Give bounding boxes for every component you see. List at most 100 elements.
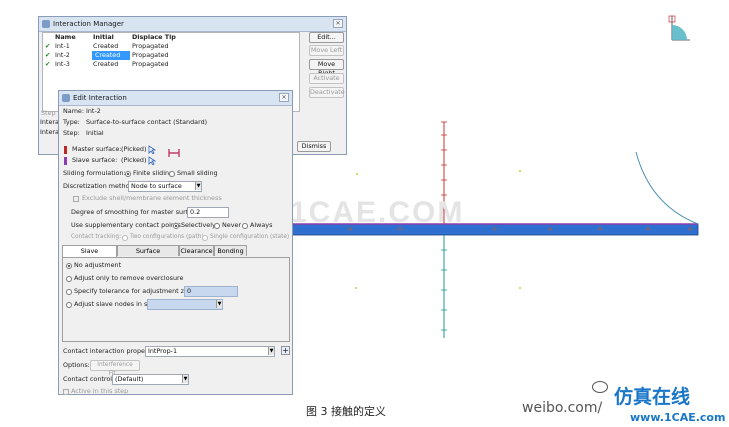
exclude-shell-label: Exclude shell/membrane element thickness (82, 194, 222, 202)
single-config-label[interactable]: Single configuration (state) (210, 233, 289, 242)
row-initial-selected: Created (92, 51, 130, 60)
name-label: Name: (63, 107, 85, 115)
row-name: Int-1 (55, 42, 70, 50)
contact-controls-label: Contact controls: (63, 375, 118, 383)
interaction-manager-title: Interaction Manager (53, 20, 124, 28)
interference-fit-button[interactable]: Interference Fit... (90, 360, 140, 377)
step-label: Step: (63, 129, 80, 137)
pick-cursor-icon[interactable] (148, 145, 156, 154)
active-in-step-checkbox[interactable] (63, 389, 69, 395)
row-tip: Propagated (132, 60, 169, 68)
contact-arc (635, 151, 699, 225)
tolerance-label[interactable]: Specify tolerance for adjustment zone: (74, 287, 198, 296)
slave-surface-label: Slave surface: (72, 156, 118, 164)
table-row[interactable]: ✔ Int-3 Created Propagated (43, 60, 299, 70)
adjust-slave-nodes-radio[interactable] (66, 302, 72, 308)
master-surface-value: (Picked) (121, 145, 147, 153)
slave-surface-icon (64, 157, 67, 165)
row-tip: Propagated (132, 51, 169, 59)
create-property-icon[interactable] (281, 346, 290, 355)
chevron-down-icon[interactable]: ▼ (216, 300, 222, 308)
row-name: Int-2 (55, 51, 70, 59)
no-adjustment-radio[interactable] (66, 263, 72, 269)
swap-surfaces-icon[interactable] (167, 148, 181, 158)
col-header-name[interactable]: Name (55, 33, 76, 42)
interaction-label-partial: Intera (40, 118, 59, 126)
contact-controls-select[interactable]: (Default) (112, 374, 189, 385)
sliding-formulation-label: Sliding formulation: (63, 169, 126, 177)
remove-overclosure-radio[interactable] (66, 276, 72, 282)
view-triad (668, 15, 690, 41)
two-config-radio[interactable] (122, 235, 128, 241)
options-label: Options: (63, 361, 90, 369)
slave-node-set-select[interactable] (147, 299, 223, 310)
exclude-shell-checkbox[interactable] (73, 196, 79, 202)
finite-sliding-radio[interactable] (125, 171, 131, 177)
adjust-slave-nodes-label[interactable]: Adjust slave nodes in set: (74, 300, 156, 309)
selectively-radio[interactable] (173, 223, 179, 229)
master-surface-label: Master surface: (72, 145, 122, 153)
col-header-initial[interactable]: Initial (93, 33, 114, 42)
always-radio[interactable] (242, 223, 248, 229)
edit-interaction-window: Edit Interaction ✕ Name: Int-2 Type: Sur… (58, 90, 293, 395)
tab-bar: Slave Adjustment Surface Smoothing Clear… (62, 245, 290, 265)
move-right-button[interactable]: Move Right (309, 59, 344, 77)
smoothing-label: Degree of smoothing for master surface: (71, 208, 202, 216)
tolerance-radio[interactable] (66, 289, 72, 295)
step-label-partial: Step (41, 109, 56, 117)
close-icon[interactable]: ✕ (333, 19, 343, 28)
active-in-step-label: Active in this step (71, 387, 129, 395)
pick-cursor-icon[interactable] (148, 156, 156, 165)
type-value: Surface-to-surface contact (Standard) (86, 118, 208, 126)
finite-sliding-label[interactable]: Finite sliding (133, 169, 173, 178)
master-surface-icon (64, 146, 67, 154)
contact-property-select[interactable]: IntProp-1 (145, 346, 275, 357)
window-icon (42, 20, 50, 28)
never-radio[interactable] (214, 223, 220, 229)
move-left-button[interactable]: Move Left (309, 45, 344, 56)
tab-clearance[interactable]: Clearance (179, 245, 214, 256)
type-label: Type: (63, 118, 80, 126)
tab-surface-smoothing[interactable]: Surface Smoothing (117, 245, 179, 265)
tab-bonding[interactable]: Bonding (214, 245, 247, 256)
small-sliding-label[interactable]: Small sliding (177, 169, 218, 178)
close-icon[interactable]: ✕ (279, 93, 289, 102)
tolerance-input[interactable]: 0 (184, 286, 238, 297)
slave-surface-value: (Picked) (121, 156, 147, 164)
row-initial: Created (93, 60, 119, 68)
col-header-displace-tip[interactable]: Displace Tip (132, 33, 176, 42)
deactivate-button[interactable]: Deactivate (309, 87, 345, 98)
contact-property-label: Contact interaction property: (63, 347, 156, 355)
edit-button[interactable]: Edit... (309, 32, 344, 43)
smoothing-input[interactable]: 0.2 (187, 207, 229, 218)
selectively-label[interactable]: Selectively (181, 221, 216, 230)
edit-interaction-titlebar: Edit Interaction ✕ (59, 91, 292, 106)
small-sliding-radio[interactable] (169, 171, 175, 177)
remove-overclosure-label[interactable]: Adjust only to remove overclosure (74, 274, 183, 283)
row-name: Int-3 (55, 60, 70, 68)
chevron-down-icon[interactable]: ▼ (195, 182, 201, 190)
activate-button[interactable]: Activate (309, 73, 344, 84)
single-config-radio[interactable] (202, 235, 208, 241)
figure-caption: 图 3 接触的定义 (306, 405, 386, 418)
contact-tracking-label: Contact tracking: (71, 234, 122, 240)
check-icon: ✔ (45, 51, 51, 59)
brand-logo-cn: 仿真在线 (614, 386, 691, 408)
chevron-down-icon[interactable]: ▼ (182, 375, 188, 383)
no-adjustment-label[interactable]: No adjustment (74, 261, 121, 270)
name-value: Int-2 (86, 107, 101, 115)
always-label[interactable]: Always (250, 221, 272, 230)
step-value: Initial (86, 129, 104, 137)
watermark-text: 1CAE.COM (290, 196, 464, 229)
two-config-label[interactable]: Two configurations (path) (130, 233, 204, 242)
check-icon: ✔ (45, 60, 51, 68)
discretization-select[interactable]: Node to surface (128, 181, 202, 192)
weibo-logo-icon (592, 381, 608, 393)
discretization-label: Discretization method: (63, 182, 136, 190)
dismiss-button[interactable]: Dismiss (297, 141, 331, 152)
tab-slave-adjustment[interactable]: Slave Adjustment (62, 245, 117, 265)
row-initial: Created (93, 42, 119, 50)
never-label[interactable]: Never (222, 221, 241, 230)
chevron-down-icon[interactable]: ▼ (268, 347, 274, 355)
supplementary-points-label: Use supplementary contact points: (71, 221, 183, 229)
